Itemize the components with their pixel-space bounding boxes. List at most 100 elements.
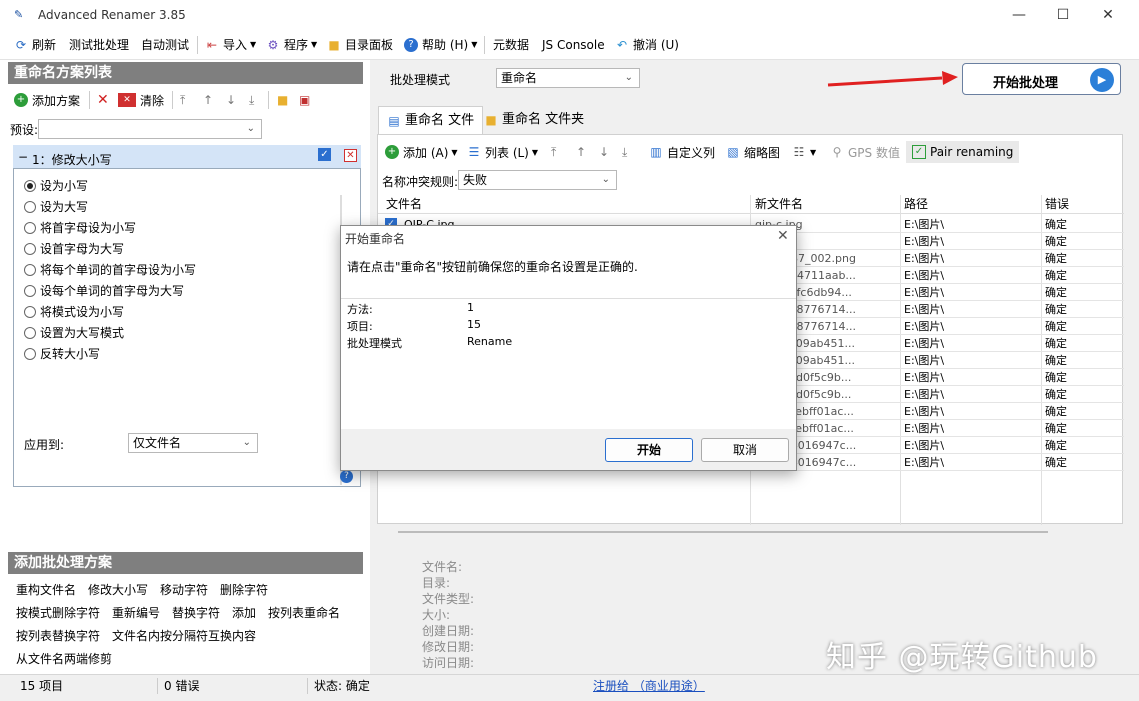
preset-select[interactable]: ⌄: [38, 119, 262, 139]
custom-columns-button[interactable]: ▥ 自定义列: [649, 142, 715, 162]
add-method-item[interactable]: 删除字符: [220, 579, 268, 602]
close-icon[interactable]: ✕: [777, 228, 789, 244]
test-batch-button[interactable]: 测试批处理: [69, 36, 129, 54]
dir-panel-button[interactable]: ■ 目录面板: [327, 36, 393, 54]
view-icon: ☷: [793, 145, 805, 159]
clear-button[interactable]: ✕ 清除: [118, 90, 164, 110]
cell-error: 确定: [1045, 422, 1067, 435]
collapse-icon[interactable]: −: [18, 150, 28, 164]
metadata-button[interactable]: 元数据: [493, 36, 529, 54]
add-method-button[interactable]: + 添加方案: [14, 90, 80, 110]
col-header-newname[interactable]: 新文件名: [755, 195, 803, 214]
add-method-item[interactable]: 添加: [232, 602, 256, 625]
start-button[interactable]: 开始: [605, 438, 693, 462]
detail-value: 1: [467, 301, 474, 314]
case-option[interactable]: 将模式设为小写: [24, 301, 124, 322]
open-folder-icon[interactable]: ■: [277, 90, 288, 110]
horizontal-scrollbar[interactable]: [398, 531, 1048, 533]
help-menu[interactable]: ? 帮助 (H) ▼: [404, 36, 477, 54]
tab-rename-files[interactable]: ▤ 重命名 文件: [378, 106, 484, 134]
pair-renaming-toggle[interactable]: ✓ Pair renaming: [906, 141, 1020, 163]
case-option-label: 反转大小写: [40, 347, 101, 361]
move-bottom-icon[interactable]: ⤓: [622, 142, 627, 162]
radio-button[interactable]: [24, 305, 36, 318]
case-option[interactable]: 设为小写: [24, 175, 88, 196]
cell-error: 确定: [1045, 320, 1067, 333]
add-method-item[interactable]: 文件名内按分隔符互换内容: [112, 625, 256, 648]
close-icon[interactable]: ✕: [1085, 0, 1131, 30]
col-header-error[interactable]: 错误: [1045, 195, 1069, 214]
tab-rename-folders[interactable]: ■ 重命名 文件夹: [476, 106, 592, 134]
add-files-menu[interactable]: + 添加 (A) ▼: [385, 142, 458, 162]
radio-button[interactable]: [24, 263, 36, 276]
radio-button[interactable]: [24, 242, 36, 255]
enabled-checkbox[interactable]: ✓: [318, 148, 331, 161]
program-menu[interactable]: ⚙ 程序 ▼: [266, 36, 318, 54]
add-method-item[interactable]: 按列表重命名: [268, 602, 340, 625]
radio-button[interactable]: [24, 347, 36, 360]
undo-button[interactable]: ↶ 撤消 (U): [615, 36, 679, 54]
eraser-icon: ✕: [118, 93, 136, 107]
move-top-icon[interactable]: ⤒: [551, 142, 556, 162]
remove-method-icon[interactable]: ✕: [344, 149, 357, 162]
case-option[interactable]: 将首字母设为小写: [24, 217, 136, 238]
delete-icon[interactable]: ✕: [97, 90, 109, 110]
undo-icon: ↶: [616, 38, 628, 52]
move-top-icon[interactable]: ⤒: [180, 90, 185, 110]
watermark-text: 知乎 @玩转Github: [826, 640, 1098, 675]
case-option[interactable]: 设置为大写模式: [24, 322, 124, 343]
cell-error: 确定: [1045, 371, 1067, 384]
case-option[interactable]: 设首字母为大写: [24, 238, 124, 259]
add-method-item[interactable]: 修改大小写: [88, 579, 148, 602]
minimize-icon[interactable]: —: [996, 0, 1042, 30]
batch-mode-select[interactable]: 重命名 ⌄: [496, 68, 640, 88]
cell-error: 确定: [1045, 286, 1067, 299]
radio-button[interactable]: [24, 326, 36, 339]
cancel-button[interactable]: 取消: [701, 438, 789, 462]
add-method-item[interactable]: 重构文件名: [16, 579, 76, 602]
add-method-item[interactable]: 重新编号: [112, 602, 160, 625]
case-option[interactable]: 将每个单词的首字母设为小写: [24, 259, 196, 280]
cell-error: 确定: [1045, 456, 1067, 469]
move-up-icon[interactable]: ↑: [203, 90, 213, 110]
add-method-item[interactable]: 从文件名两端修剪: [16, 648, 112, 671]
add-method-item[interactable]: 移动字符: [160, 579, 208, 602]
case-option-label: 将首字母设为小写: [40, 221, 137, 235]
move-down-icon[interactable]: ↓: [226, 90, 236, 110]
radio-button[interactable]: [24, 200, 36, 213]
gps-button[interactable]: ⚲ GPS 数值: [830, 142, 900, 162]
start-batch-button[interactable]: 开始批处理 ▶: [962, 63, 1121, 95]
add-method-item[interactable]: 按模式删除字符: [16, 602, 100, 625]
conflict-rule-select[interactable]: 失败 ⌄: [458, 170, 617, 190]
status-divider: [307, 678, 308, 694]
help-icon[interactable]: ?: [340, 470, 353, 483]
radio-button[interactable]: [24, 284, 36, 297]
move-up-icon[interactable]: ↑: [576, 142, 586, 162]
js-console-button[interactable]: JS Console: [542, 36, 605, 54]
maximize-icon[interactable]: ☐: [1040, 0, 1086, 30]
view-options-menu[interactable]: ☷ ▼: [792, 142, 817, 162]
add-methods-header: 添加批处理方案: [8, 552, 363, 574]
refresh-button[interactable]: ⟳ 刷新: [14, 36, 56, 54]
cell-error: 确定: [1045, 235, 1067, 248]
apply-to-select[interactable]: 仅文件名 ⌄: [128, 433, 258, 453]
case-option[interactable]: 反转大小写: [24, 343, 100, 364]
move-down-icon[interactable]: ↓: [599, 142, 609, 162]
col-header-filename[interactable]: 文件名: [386, 195, 422, 214]
radio-button[interactable]: [24, 179, 36, 192]
add-method-item[interactable]: 替换字符: [172, 602, 220, 625]
list-menu[interactable]: ☰ 列表 (L) ▼: [467, 142, 538, 162]
registered-link[interactable]: 注册给 （商业用途）: [593, 676, 705, 696]
save-icon[interactable]: ▣: [299, 90, 310, 110]
import-menu[interactable]: ⇤ 导入 ▼: [205, 36, 256, 54]
auto-test-button[interactable]: 自动测试: [141, 36, 189, 54]
plus-icon: +: [14, 93, 28, 107]
case-option[interactable]: 设每个单词的首字母为大写: [24, 280, 184, 301]
thumbnails-button[interactable]: ▧ 缩略图: [726, 142, 780, 162]
case-option[interactable]: 设为大写: [24, 196, 88, 217]
col-header-path[interactable]: 路径: [904, 195, 928, 214]
help-icon: ?: [404, 38, 418, 52]
add-method-item[interactable]: 按列表替换字符: [16, 625, 100, 648]
move-bottom-icon[interactable]: ⤓: [249, 90, 254, 110]
radio-button[interactable]: [24, 221, 36, 234]
